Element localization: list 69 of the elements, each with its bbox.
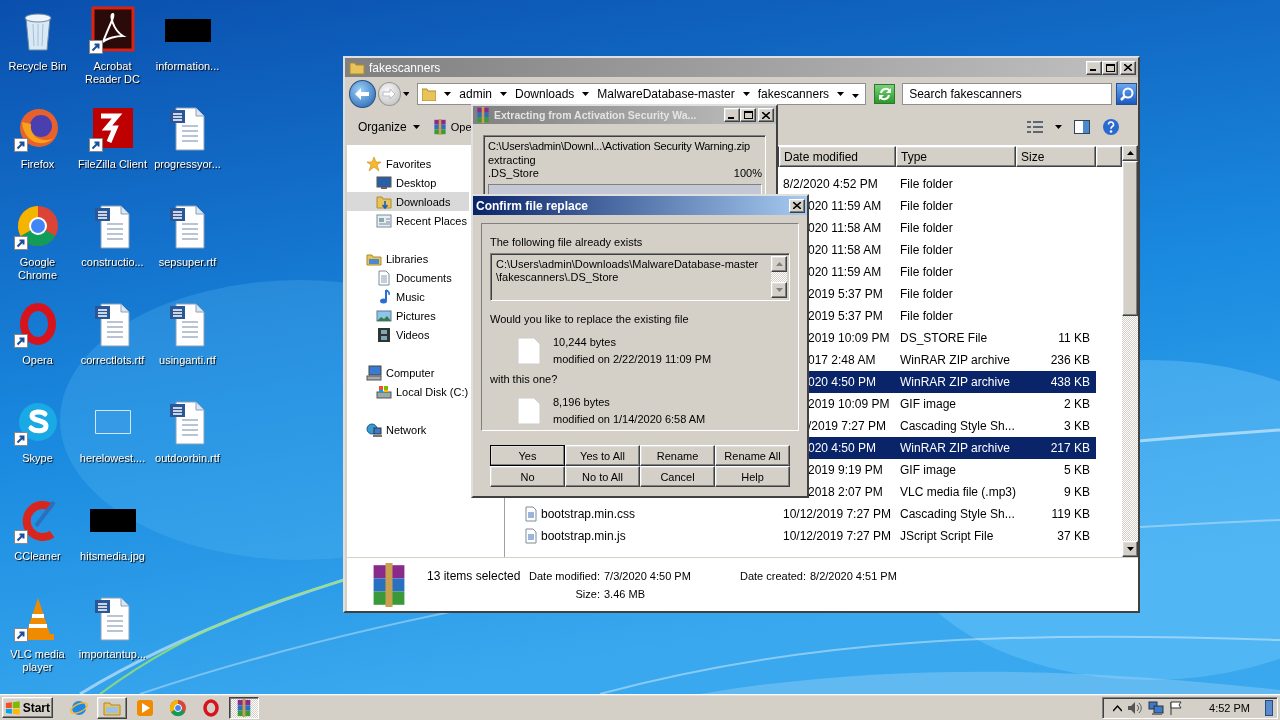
table-cell: WinRAR ZIP archive — [900, 441, 1010, 455]
file-modified: modified on 2/22/2019 11:09 PM — [553, 352, 712, 367]
table-cell: File folder — [900, 309, 953, 323]
table-cell: 020 11:58 AM — [808, 221, 882, 235]
table-cell: File folder — [900, 177, 953, 191]
file-size: 8,196 bytes — [553, 395, 611, 410]
file-modified: modified on 1/14/2020 6:58 AM — [553, 412, 706, 427]
archive-path: C:\Users\admin\Downl...\Activation Security Warning.zip — [488, 140, 750, 152]
table-cell: 37 KB — [1057, 529, 1090, 543]
file-name: .DS_Store — [488, 167, 539, 181]
table-cell: DS_STORE File — [900, 331, 988, 345]
path-line: C:\Users\admin\Downloads\MalwareDatabase-master — [496, 258, 760, 271]
table-cell: 119 KB — [1051, 507, 1090, 521]
table-cell: 017 2:48 AM — [808, 353, 876, 367]
table-cell: 020 11:59 AM — [808, 199, 882, 213]
table-cell: 2019 5:37 PM — [808, 309, 883, 323]
table-cell: 2019 10:09 PM — [808, 331, 890, 345]
field-value: 8/2/2020 4:51 PM — [809, 569, 897, 582]
table-cell: 3 KB — [1064, 419, 1090, 433]
field-value: 3.46 MB — [603, 587, 646, 600]
table-cell: WinRAR ZIP archive — [900, 353, 1010, 367]
field-label: Date modified: — [529, 569, 600, 582]
window-title: Extracting from Activation Security Wa... — [494, 109, 698, 121]
question-text: Would you like to replace the existing file — [490, 313, 689, 325]
table-cell: 217 KB — [1050, 441, 1090, 455]
table-cell: 5 KB — [1064, 463, 1090, 477]
status-text: extracting — [488, 153, 536, 166]
field-value: 7/3/2020 4:50 PM — [603, 569, 692, 582]
window-title: fakescanners — [369, 60, 441, 75]
table-cell: WinRAR ZIP archive — [900, 375, 1010, 389]
file-name: bootstrap.min.css — [541, 507, 636, 521]
file-size: 10,244 bytes — [553, 335, 617, 350]
table-cell: 020 11:58 AM — [808, 243, 882, 257]
table-cell: 020 11:59 AM — [808, 265, 882, 279]
table-cell: 8/2/2020 4:52 PM — [783, 177, 878, 191]
table-cell: 11 KB — [1058, 331, 1090, 345]
table-cell: 2018 2:07 PM — [808, 485, 883, 499]
table-cell: 2019 5:37 PM — [808, 287, 883, 301]
percent-text: 100% — [733, 167, 762, 181]
table-cell: 9 KB — [1064, 485, 1090, 499]
table-cell: 10/12/2019 7:27 PM — [783, 507, 892, 521]
table-cell: Cascading Style Sh... — [900, 419, 1015, 433]
table-cell: Cascading Style Sh... — [900, 507, 1015, 521]
table-cell: File folder — [900, 287, 953, 301]
table-cell: File folder — [900, 243, 953, 257]
table-cell: 236 KB — [1050, 353, 1090, 367]
table-cell: 2019 10:09 PM — [808, 397, 890, 411]
field-label: Size: — [574, 587, 600, 600]
table-cell: 020 4:50 PM — [808, 441, 877, 455]
table-cell: 10/12/2019 7:27 PM — [783, 529, 892, 543]
table-cell: GIF image — [900, 397, 956, 411]
question-text: with this one? — [490, 373, 558, 385]
table-cell: 020 4:50 PM — [808, 375, 877, 389]
table-cell: 2019 9:19 PM — [808, 463, 883, 477]
table-cell: JScript Script File — [900, 529, 994, 543]
path-line: \fakescanners\.DS_Store — [496, 271, 620, 284]
selection-count: 13 items selected — [427, 568, 522, 583]
file-name: bootstrap.min.js — [541, 529, 626, 543]
table-cell: VLC media file (.mp3) — [900, 485, 1017, 499]
table-cell: 438 KB — [1050, 375, 1090, 389]
table-cell: File folder — [900, 265, 953, 279]
table-cell: File folder — [900, 199, 953, 213]
table-cell: /2019 7:27 PM — [808, 419, 887, 433]
message-text: The following file already exists — [490, 236, 643, 248]
dialog-title: Confirm file replace — [476, 198, 589, 213]
field-label: Date created: — [739, 569, 806, 582]
table-cell: GIF image — [900, 463, 956, 477]
table-cell: 2 KB — [1064, 397, 1090, 411]
table-cell: File folder — [900, 221, 953, 235]
